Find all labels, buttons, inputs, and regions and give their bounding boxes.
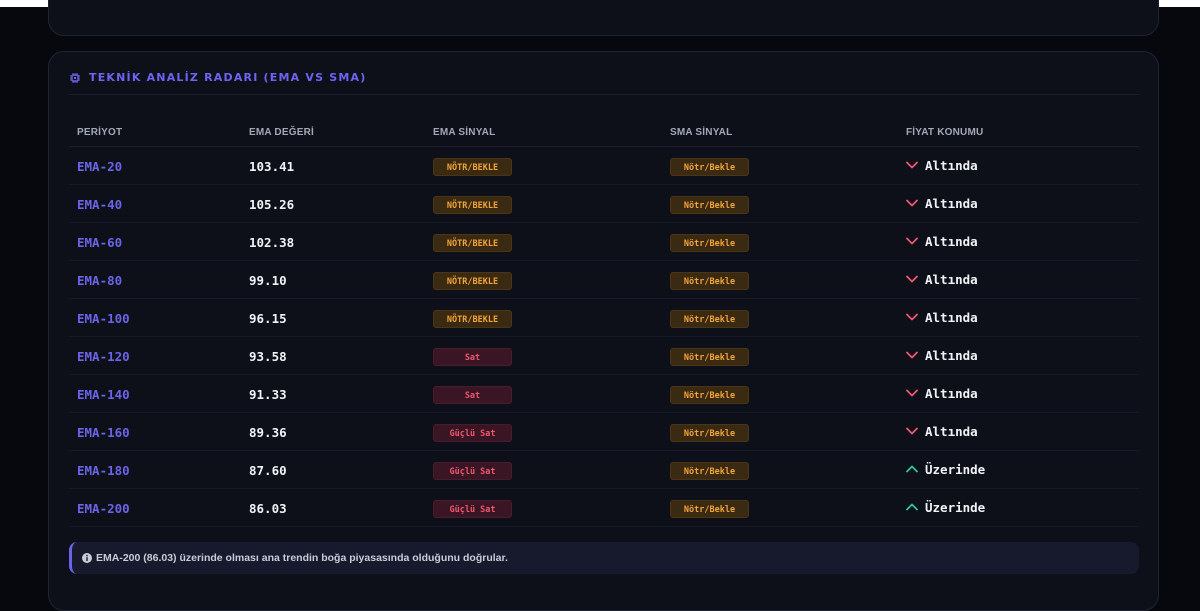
- period-label[interactable]: EMA-140: [77, 387, 130, 402]
- price-position: Altında: [906, 424, 1139, 439]
- chevron-down-icon: [906, 351, 918, 359]
- period-label[interactable]: EMA-180: [77, 463, 130, 478]
- price-position: Üzerinde: [906, 462, 1139, 477]
- price-position-label: Altında: [925, 385, 978, 401]
- ema-value: 89.36: [249, 424, 287, 440]
- table-row: EMA-100 96.15 NÖTR/BEKLE Nötr/Bekle Altında: [69, 298, 1139, 337]
- chevron-down-icon: [906, 161, 918, 169]
- price-position-label: Altında: [925, 157, 978, 173]
- panel-title: TEKNİK ANALİZ RADARI (EMA VS SMA): [89, 71, 367, 84]
- sma-signal-badge: Nötr/Bekle: [670, 271, 749, 290]
- sma-signal-badge: Nötr/Bekle: [670, 461, 749, 480]
- ema-signal-badge: Sat: [433, 385, 512, 404]
- header-sma-signal[interactable]: SMA SİNYAL: [662, 120, 898, 147]
- price-position: Üzerinde: [906, 500, 1139, 515]
- ema-value: 86.03: [249, 500, 287, 516]
- table-row: EMA-180 87.60 Güçlü Sat Nötr/Bekle Üzerinde: [69, 450, 1139, 489]
- chevron-down-icon: [906, 275, 918, 283]
- ema-signal-badge: Sat: [433, 347, 512, 366]
- ema-value: 96.15: [249, 310, 287, 326]
- ema-sma-table: PERİYOT EMA DEĞERİ EMA SİNYAL SMA SİNYAL…: [69, 120, 1139, 527]
- table-header-row: PERİYOT EMA DEĞERİ EMA SİNYAL SMA SİNYAL…: [69, 120, 1139, 147]
- price-position: Altında: [906, 158, 1139, 173]
- ema-value: 105.26: [249, 196, 295, 212]
- ema-value: 102.38: [249, 234, 295, 250]
- period-label[interactable]: EMA-120: [77, 349, 130, 364]
- sma-signal-badge: Nötr/Bekle: [670, 233, 749, 252]
- price-position-label: Altında: [925, 195, 978, 211]
- chevron-down-icon: [906, 199, 918, 207]
- sma-signal-badge: Nötr/Bekle: [670, 195, 749, 214]
- technical-analysis-panel: TEKNİK ANALİZ RADARI (EMA VS SMA) PERİYO…: [48, 51, 1159, 611]
- header-ema-signal[interactable]: EMA SİNYAL: [425, 120, 662, 147]
- chevron-down-icon: [906, 427, 918, 435]
- ema-signal-badge: Güçlü Sat: [433, 499, 512, 518]
- price-position-label: Üzerinde: [925, 499, 986, 515]
- ema-value: 93.58: [249, 348, 287, 364]
- header-price-position[interactable]: FİYAT KONUMU: [898, 120, 1139, 147]
- chevron-up-icon: [906, 503, 918, 511]
- sma-signal-badge: Nötr/Bekle: [670, 309, 749, 328]
- sma-signal-badge: Nötr/Bekle: [670, 423, 749, 442]
- table-row: EMA-20 103.41 NÖTR/BEKLE Nötr/Bekle Altında: [69, 146, 1139, 185]
- table-row: EMA-200 86.03 Güçlü Sat Nötr/Bekle Üzerinde: [69, 488, 1139, 527]
- price-position-label: Altında: [925, 309, 978, 325]
- period-label[interactable]: EMA-40: [77, 197, 122, 212]
- trend-note: EMA-200 (86.03) üzerinde olması ana tren…: [69, 542, 1139, 574]
- ema-value: 91.33: [249, 386, 287, 402]
- price-position: Altında: [906, 348, 1139, 363]
- header-period[interactable]: PERİYOT: [69, 120, 241, 147]
- sma-signal-badge: Nötr/Bekle: [670, 157, 749, 176]
- chevron-down-icon: [906, 237, 918, 245]
- ema-signal-badge: NÖTR/BEKLE: [433, 233, 512, 252]
- price-position: Altında: [906, 272, 1139, 287]
- ema-signal-badge: NÖTR/BEKLE: [433, 309, 512, 328]
- period-label[interactable]: EMA-20: [77, 159, 122, 174]
- table-row: EMA-140 91.33 Sat Nötr/Bekle Altında: [69, 374, 1139, 413]
- sma-signal-badge: Nötr/Bekle: [670, 385, 749, 404]
- price-position: Altında: [906, 234, 1139, 249]
- chevron-up-icon: [906, 465, 918, 473]
- price-position: Altında: [906, 386, 1139, 401]
- price-position: Altında: [906, 196, 1139, 211]
- panel-header: TEKNİK ANALİZ RADARI (EMA VS SMA): [69, 72, 1139, 95]
- period-label[interactable]: EMA-60: [77, 235, 122, 250]
- header-ema-value[interactable]: EMA DEĞERİ: [241, 120, 425, 147]
- ema-signal-badge: NÖTR/BEKLE: [433, 157, 512, 176]
- ema-value: 99.10: [249, 272, 287, 288]
- price-position-label: Altında: [925, 423, 978, 439]
- ema-value: 103.41: [249, 158, 295, 174]
- period-label[interactable]: EMA-200: [77, 501, 130, 516]
- sma-signal-badge: Nötr/Bekle: [670, 347, 749, 366]
- period-label[interactable]: EMA-160: [77, 425, 130, 440]
- ema-value: 87.60: [249, 462, 287, 478]
- previous-panel: [48, 0, 1159, 36]
- ema-signal-badge: Güçlü Sat: [433, 423, 512, 442]
- table-row: EMA-80 99.10 NÖTR/BEKLE Nötr/Bekle Altında: [69, 260, 1139, 299]
- price-position-label: Altında: [925, 271, 978, 287]
- chevron-down-icon: [906, 313, 918, 321]
- table-row: EMA-60 102.38 NÖTR/BEKLE Nötr/Bekle Altında: [69, 222, 1139, 261]
- period-label[interactable]: EMA-100: [77, 311, 130, 326]
- price-position: Altında: [906, 310, 1139, 325]
- price-position-label: Altında: [925, 347, 978, 363]
- chip-icon: [70, 73, 80, 83]
- ema-signal-badge: Güçlü Sat: [433, 461, 512, 480]
- table-row: EMA-160 89.36 Güçlü Sat Nötr/Bekle Altında: [69, 412, 1139, 451]
- sma-signal-badge: Nötr/Bekle: [670, 499, 749, 518]
- ema-signal-badge: NÖTR/BEKLE: [433, 271, 512, 290]
- table-row: EMA-40 105.26 NÖTR/BEKLE Nötr/Bekle Altında: [69, 184, 1139, 223]
- ema-signal-badge: NÖTR/BEKLE: [433, 195, 512, 214]
- info-icon: [82, 553, 92, 563]
- table-row: EMA-120 93.58 Sat Nötr/Bekle Altında: [69, 336, 1139, 375]
- price-position-label: Üzerinde: [925, 461, 986, 477]
- chevron-down-icon: [906, 389, 918, 397]
- price-position-label: Altında: [925, 233, 978, 249]
- note-text: EMA-200 (86.03) üzerinde olması ana tren…: [96, 552, 508, 564]
- period-label[interactable]: EMA-80: [77, 273, 122, 288]
